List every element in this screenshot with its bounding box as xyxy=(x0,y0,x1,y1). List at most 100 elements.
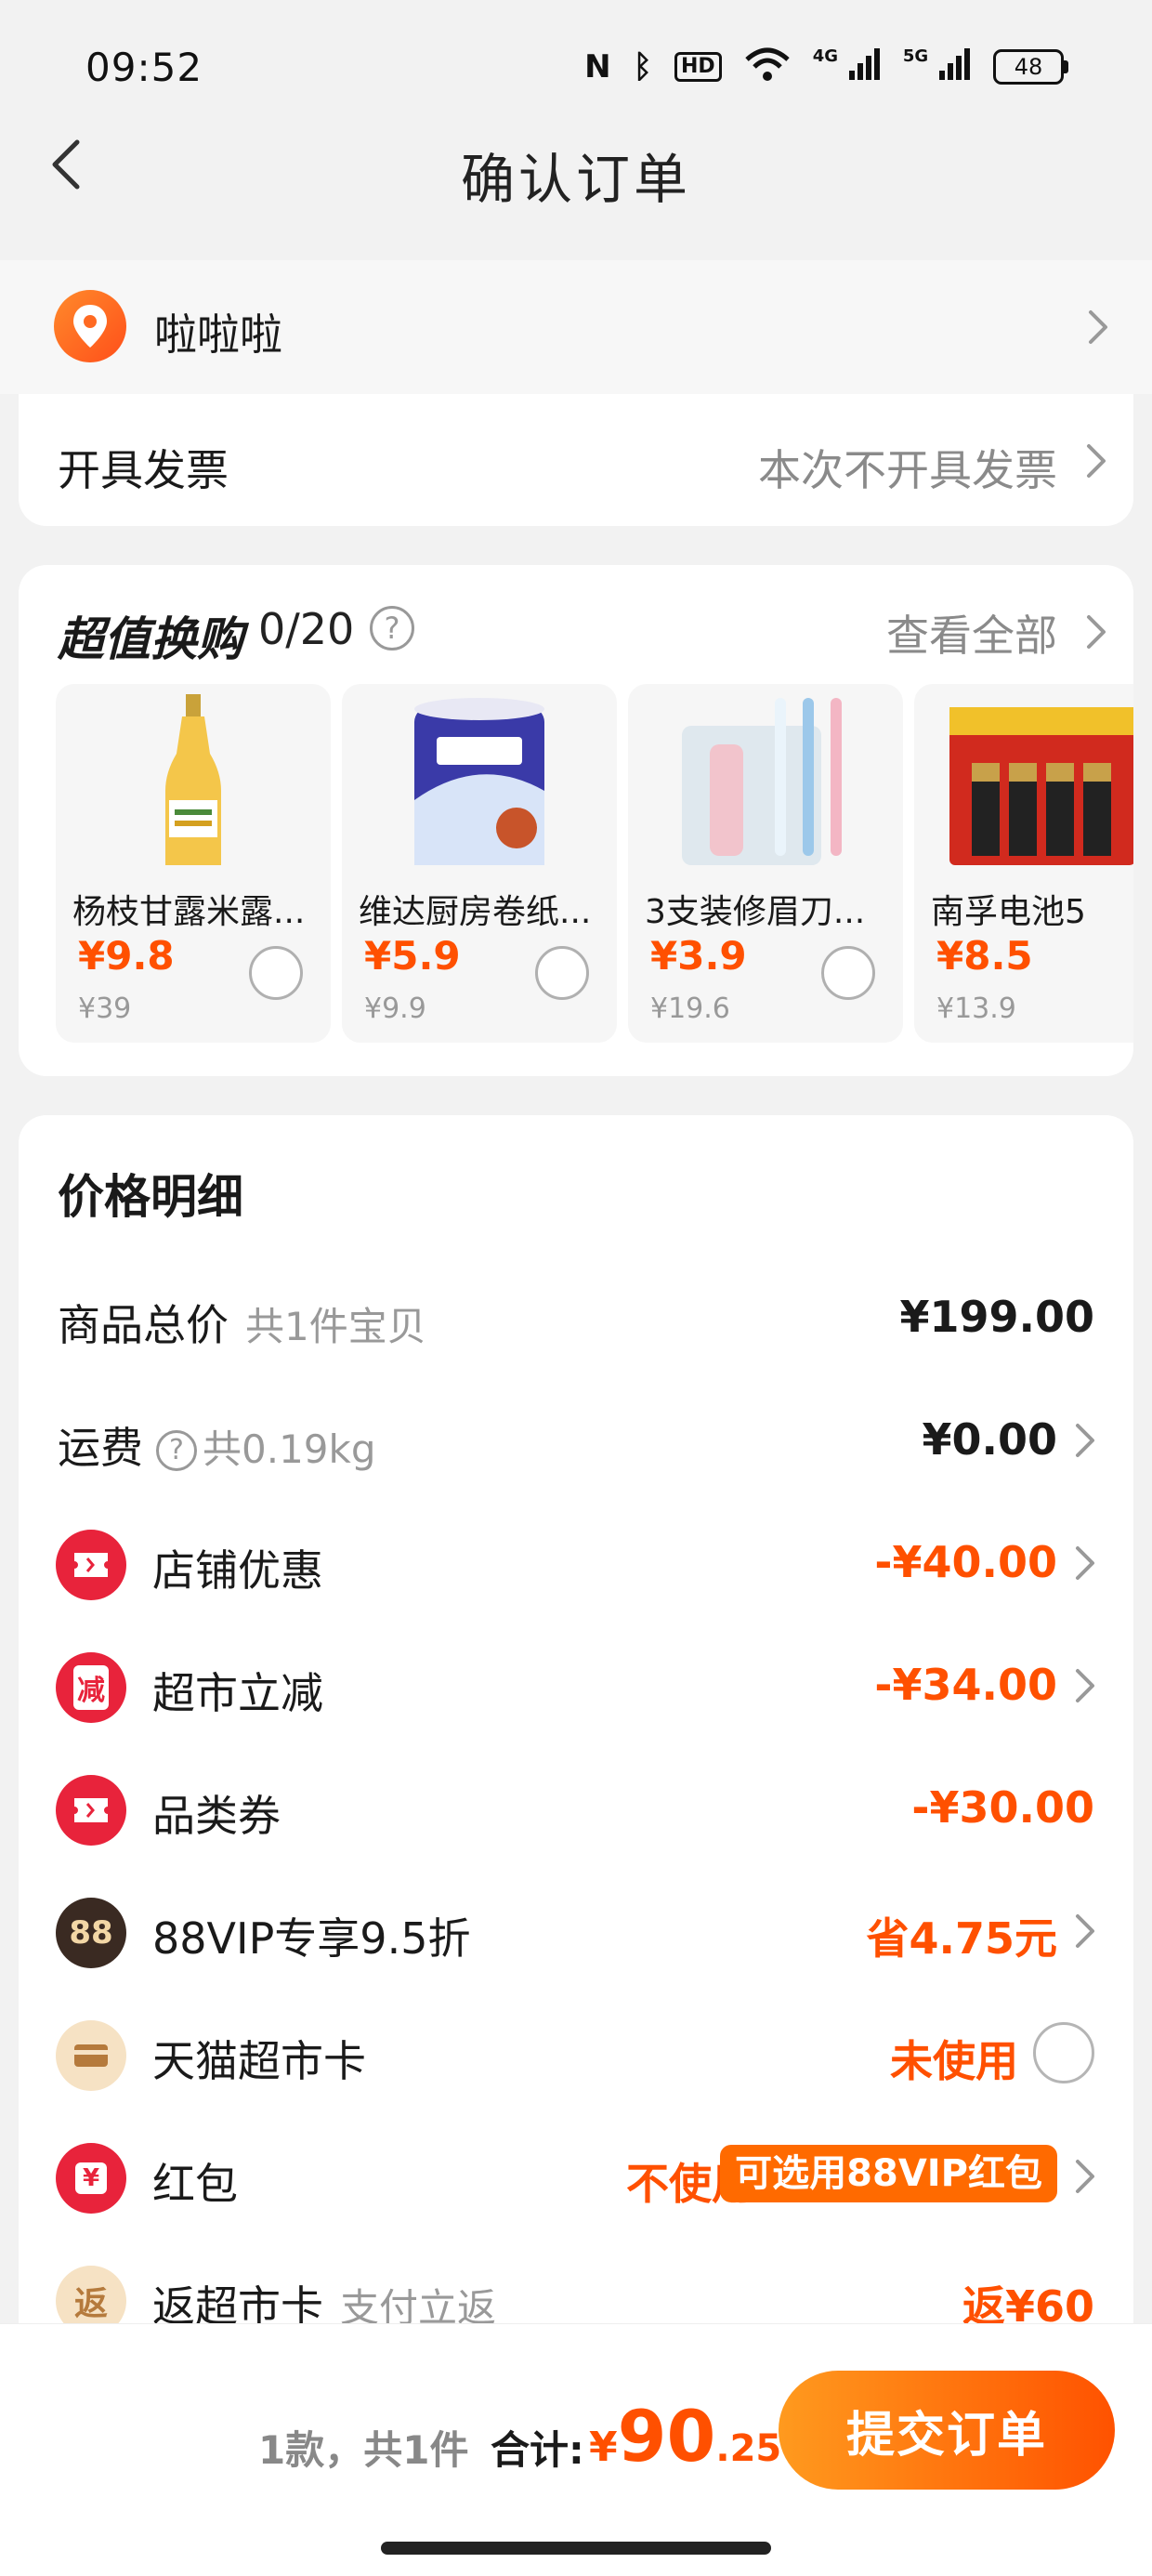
product-name: 杨枝甘露米露... xyxy=(72,893,306,931)
status-bar: 09:52 N ᛒ HD 4G 5G 48 xyxy=(0,0,1152,130)
invoice-value: 本次不开具发票 xyxy=(758,445,1057,495)
location-pin-icon xyxy=(54,290,126,362)
shipping-label: 运费 xyxy=(58,1423,143,1473)
total-price: ¥90.25 xyxy=(589,2395,781,2477)
paper-towel-image xyxy=(342,684,617,879)
select-radio[interactable] xyxy=(821,946,875,1000)
address-name: 啦啦啦 xyxy=(154,309,282,360)
vip-88-icon: 88 xyxy=(56,1898,126,1968)
home-indicator[interactable] xyxy=(381,2542,771,2555)
red-packet-label: 红包 xyxy=(152,2159,238,2209)
exchange-count: 0/20 xyxy=(258,604,355,654)
shipping-row[interactable]: 运费? 共0.19kg ¥0.00 xyxy=(19,1387,1133,1491)
red-packet-icon: ¥ xyxy=(56,2143,126,2214)
market-card-radio[interactable] xyxy=(1033,2022,1094,2083)
batteries-image xyxy=(914,684,1133,879)
wifi-icon xyxy=(744,46,791,87)
product-original-price: ¥19.6 xyxy=(650,992,730,1025)
address-row[interactable]: 啦啦啦 xyxy=(0,260,1152,394)
bottom-bar: 1款，共1件 合计: ¥90.25 提交订单 xyxy=(0,2323,1152,2576)
product-price: ¥5.9 xyxy=(364,933,461,979)
nfc-icon: N xyxy=(584,48,611,85)
4g-signal-icon: 4G xyxy=(813,48,881,85)
chevron-right-icon xyxy=(1087,309,1109,346)
chevron-right-icon xyxy=(1085,442,1107,480)
nav-bar: 确认订单 xyxy=(0,112,1152,223)
product-price: ¥8.5 xyxy=(936,933,1033,979)
chevron-right-icon xyxy=(1074,1544,1096,1582)
market-cut-label: 超市立减 xyxy=(152,1668,323,1718)
juice-bottle-image xyxy=(56,684,331,879)
item-count: 1款，共1件 xyxy=(258,2427,469,2473)
category-coupon-value: -¥30.00 xyxy=(911,1782,1094,1833)
invoice-row[interactable]: 开具发票 本次不开具发票 xyxy=(19,394,1133,526)
product-name: 南孚电池5 xyxy=(931,893,1086,931)
shipping-value: ¥0.00 xyxy=(922,1414,1057,1465)
exchange-card[interactable]: 杨枝甘露米露... ¥9.8 ¥39 xyxy=(56,684,331,1043)
product-original-price: ¥39 xyxy=(78,992,132,1025)
product-original-price: ¥13.9 xyxy=(936,992,1016,1025)
eyebrow-razor-image xyxy=(628,684,903,879)
5g-signal-icon: 5G xyxy=(903,48,971,85)
chevron-right-icon xyxy=(1074,1422,1096,1459)
status-icons: N ᛒ HD 4G 5G 48 xyxy=(584,46,1068,87)
shop-discount-value: -¥40.00 xyxy=(874,1537,1057,1587)
exchange-title: 超值换购 xyxy=(58,612,243,666)
submit-order-button[interactable]: 提交订单 xyxy=(779,2371,1115,2490)
market-card-value: 未使用 xyxy=(890,2036,1018,2086)
goods-total-value: ¥199.00 xyxy=(899,1292,1094,1342)
product-price: ¥3.9 xyxy=(650,933,747,979)
discount-icon: 减 xyxy=(56,1652,126,1723)
hd-icon: HD xyxy=(674,52,722,82)
goods-total-sub: 共1件宝贝 xyxy=(245,1304,426,1349)
market-cut-value: -¥34.00 xyxy=(874,1660,1057,1710)
goods-total-row: 商品总价 共1件宝贝 ¥199.00 xyxy=(19,1264,1133,1368)
currency-symbol: ¥ xyxy=(589,2424,618,2471)
vip-discount-label: 88VIP专享9.5折 xyxy=(152,1913,471,1964)
total-decimal: .25 xyxy=(715,2427,782,2470)
select-radio[interactable] xyxy=(535,946,589,1000)
coupon-icon xyxy=(56,1775,126,1846)
red-packet-row[interactable]: ¥ 红包 不使用 可选用88VIP红包 xyxy=(19,2123,1133,2227)
help-icon[interactable]: ? xyxy=(370,606,414,651)
market-card-label: 天猫超市卡 xyxy=(152,2036,366,2086)
market-card-row[interactable]: 天猫超市卡 未使用 xyxy=(19,2000,1133,2104)
page-title: 确认订单 xyxy=(460,148,691,211)
product-name: 3支装修眉刀... xyxy=(645,893,866,931)
shipping-weight: 共0.19kg xyxy=(203,1426,376,1472)
view-all-link[interactable]: 查看全部 xyxy=(886,602,1057,664)
price-detail-section: 价格明细 商品总价 共1件宝贝 ¥199.00 运费? 共0.19kg ¥0.00 … xyxy=(19,1115,1133,2336)
coupon-icon xyxy=(56,1530,126,1600)
status-time: 09:52 xyxy=(85,45,203,90)
exchange-card[interactable]: 维达厨房卷纸... ¥5.9 ¥9.9 xyxy=(342,684,617,1043)
select-radio[interactable] xyxy=(249,946,303,1000)
vip-red-packet-tag[interactable]: 可选用88VIP红包 xyxy=(720,2145,1057,2202)
market-cut-row[interactable]: 减 超市立减 -¥34.00 xyxy=(19,1632,1133,1736)
bluetooth-icon: ᛒ xyxy=(633,48,652,85)
product-name: 维达厨房卷纸... xyxy=(359,893,592,931)
chevron-right-icon xyxy=(1074,1667,1096,1704)
product-original-price: ¥9.9 xyxy=(364,992,426,1025)
category-coupon-row: 品类券 -¥30.00 xyxy=(19,1755,1133,1859)
shop-discount-row[interactable]: 店铺优惠 -¥40.00 xyxy=(19,1509,1133,1613)
help-icon[interactable]: ? xyxy=(156,1430,197,1471)
total-label: 合计: xyxy=(491,2427,584,2473)
exchange-card[interactable]: 南孚电池5 ¥8.5 ¥13.9 xyxy=(914,684,1133,1043)
card-icon xyxy=(56,2020,126,2091)
shop-discount-label: 店铺优惠 xyxy=(152,1545,323,1596)
category-coupon-label: 品类券 xyxy=(152,1791,281,1841)
exchange-card[interactable]: 3支装修眉刀... ¥3.9 ¥19.6 xyxy=(628,684,903,1043)
goods-total-label: 商品总价 xyxy=(58,1300,229,1350)
product-price: ¥9.8 xyxy=(78,933,175,979)
invoice-label: 开具发票 xyxy=(58,445,229,495)
chevron-right-icon xyxy=(1074,2158,1096,2195)
chevron-right-icon xyxy=(1085,613,1107,651)
vip-discount-value: 省4.75元 xyxy=(866,1913,1058,1964)
total-integer: 90 xyxy=(617,2395,716,2477)
battery-icon: 48 xyxy=(993,49,1068,85)
exchange-section: 超值换购 0/20 ? 查看全部 杨枝甘露米露... ¥9.8 ¥39 维达厨房… xyxy=(19,565,1133,1076)
vip-discount-row[interactable]: 88 88VIP专享9.5折 省4.75元 xyxy=(19,1877,1133,1981)
price-detail-title: 价格明细 xyxy=(58,1170,243,1224)
exchange-list: 杨枝甘露米露... ¥9.8 ¥39 维达厨房卷纸... ¥5.9 ¥9.9 3… xyxy=(56,684,1133,1056)
chevron-right-icon xyxy=(1074,1912,1096,1950)
